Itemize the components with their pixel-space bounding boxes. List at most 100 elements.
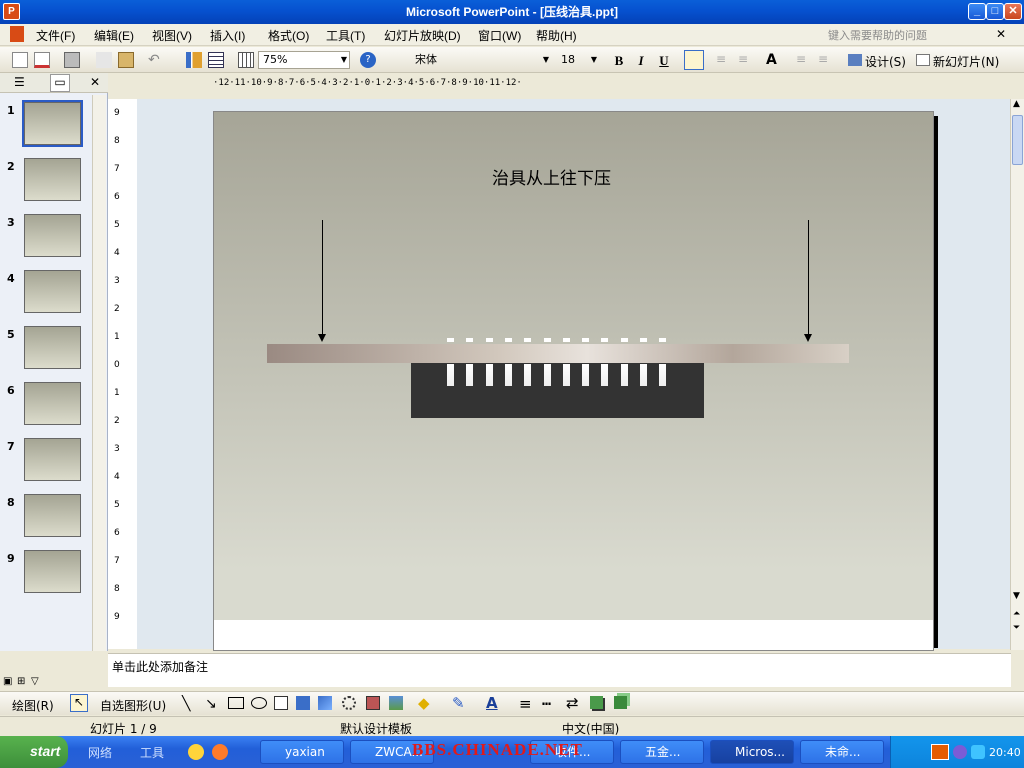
close-document-icon[interactable]: ✕ [996,27,1006,41]
scroll-thumb[interactable] [1012,115,1023,165]
print-icon[interactable] [64,52,80,68]
line-color-icon[interactable]: ✎ [452,694,465,712]
menu-tools[interactable]: 工具(T) [326,27,365,44]
slide-thumbnail[interactable] [24,550,81,593]
textbox-icon[interactable] [274,696,288,710]
scroll-down-icon[interactable]: ▼ [1013,591,1020,601]
right-arrow-shaft[interactable] [808,220,809,338]
menu-insert[interactable]: 插入(I) [210,27,245,44]
slide-thumbnail[interactable] [24,214,81,257]
quicklaunch-network[interactable]: 网络 [88,744,112,761]
slideshow-view-icon[interactable]: ▽ [31,676,39,687]
help-search-input[interactable]: 键入需要帮助的问题 [828,27,988,43]
minimize-button[interactable]: _ [968,3,986,20]
menu-view[interactable]: 视图(V) [152,27,192,44]
shadow-style-icon[interactable] [590,696,603,709]
qq-icon[interactable] [188,744,204,760]
select-pointer-icon[interactable]: ↖ [70,694,88,712]
tray-app-icon[interactable] [953,745,967,759]
arrow-style-icon[interactable]: ⇄ [566,694,579,712]
menu-format[interactable]: 格式(O) [268,27,309,44]
underline-button[interactable]: U [655,52,673,70]
table-icon[interactable] [208,52,224,68]
open-icon[interactable] [34,52,50,68]
zoom-select[interactable]: 75% ▼ [258,51,350,69]
previous-slide-icon[interactable]: ⏶ [1013,609,1020,619]
grow-font-icon[interactable]: A [766,52,782,68]
start-button[interactable]: start [0,736,68,768]
3d-style-icon[interactable] [614,696,627,709]
picture-icon[interactable] [389,696,403,710]
tray-arrow-icon[interactable] [931,744,949,760]
paste-icon[interactable] [118,52,134,68]
oval-icon[interactable] [251,697,267,709]
clipart-icon[interactable] [366,696,380,710]
bullets-icon[interactable]: ≡ [738,52,754,68]
quicklaunch-tools[interactable]: 工具 [140,744,164,761]
maximize-button[interactable]: □ [986,3,1004,20]
pane-scrollbar[interactable] [92,95,106,651]
autoshapes-button[interactable]: 自选图形(U) [100,697,166,714]
next-slide-icon[interactable]: ⏷ [1013,623,1020,633]
increase-indent-icon[interactable]: ≡ [818,52,834,68]
new-icon[interactable] [12,52,28,68]
slide-thumbnail[interactable] [24,438,81,481]
undo-icon[interactable]: ↶ [148,52,164,68]
new-slide-button[interactable]: 新幻灯片(N) [916,53,999,70]
bold-button[interactable]: B [610,52,628,70]
chart-icon[interactable] [186,52,202,68]
dash-style-icon[interactable]: ┅ [542,695,551,713]
press-plate[interactable] [267,344,849,363]
design-button[interactable]: 设计(S) [848,53,906,70]
task-yaxian[interactable]: yaxian [260,740,344,764]
notes-pane[interactable]: 单击此处添加备注 [108,653,1011,687]
vertical-scrollbar[interactable]: ▲ ▼ ⏶ ⏷ [1010,99,1024,650]
fill-color-icon[interactable]: ◆ [418,694,430,712]
draw-menu-button[interactable]: 绘图(R) [12,697,54,714]
italic-button[interactable]: I [632,52,650,70]
wordart-icon[interactable] [296,696,310,710]
slide-thumbnail[interactable] [24,158,81,201]
slide-thumbnail[interactable] [22,100,83,147]
menu-slideshow[interactable]: 幻灯片放映(D) [384,27,461,44]
outline-tab-icon[interactable]: ☰ [14,75,25,89]
task-untitled[interactable]: 未命... [800,740,884,764]
decrease-indent-icon[interactable]: ≡ [796,52,812,68]
copy-icon[interactable] [96,52,112,68]
rectangle-icon[interactable] [228,697,244,709]
slide-thumbnail[interactable] [24,270,81,313]
menu-file[interactable]: 文件(F) [36,27,75,44]
align-left-icon[interactable] [684,50,704,70]
line-icon[interactable]: ╲ [182,696,190,712]
grid-icon[interactable] [238,52,254,68]
sorter-view-icon[interactable]: ⊞ [17,676,25,687]
document-icon[interactable] [10,26,24,42]
help-icon[interactable]: ? [360,52,376,68]
arrow-icon[interactable]: ↘ [205,696,217,712]
powerpoint-app-icon[interactable]: P [3,3,20,20]
slide-canvas[interactable]: 治具从上往下压 [213,111,934,651]
font-size-select[interactable]: 18 ▼ [556,51,600,69]
normal-view-icon[interactable]: ▣ [3,676,12,687]
diagram-icon[interactable] [318,696,332,710]
slide-thumbnail[interactable] [24,382,81,425]
font-select[interactable]: 宋体 ▼ [410,51,552,69]
menu-window[interactable]: 窗口(W) [478,27,521,44]
font-color-icon[interactable]: A [486,694,498,712]
slide-thumbnail[interactable] [24,494,81,537]
slides-tab-icon[interactable]: ▭ [50,74,70,92]
menu-edit[interactable]: 编辑(E) [94,27,134,44]
left-arrow-shaft[interactable] [322,220,323,338]
tray-network-icon[interactable] [971,745,985,759]
line-style-icon[interactable]: ≡ [519,695,532,713]
task-hardware[interactable]: 五金... [620,740,704,764]
qq-icon-2[interactable] [212,744,228,760]
menu-help[interactable]: 帮助(H) [536,27,577,44]
numbering-icon[interactable]: ≡ [716,52,732,68]
task-powerpoint[interactable]: Micros... [710,740,794,764]
slide-thumbnail[interactable] [24,326,81,369]
org-chart-icon[interactable] [342,696,356,710]
close-pane-icon[interactable]: ✕ [90,75,100,89]
close-button[interactable]: ✕ [1004,3,1022,20]
slide-title[interactable]: 治具从上往下压 [492,164,611,189]
